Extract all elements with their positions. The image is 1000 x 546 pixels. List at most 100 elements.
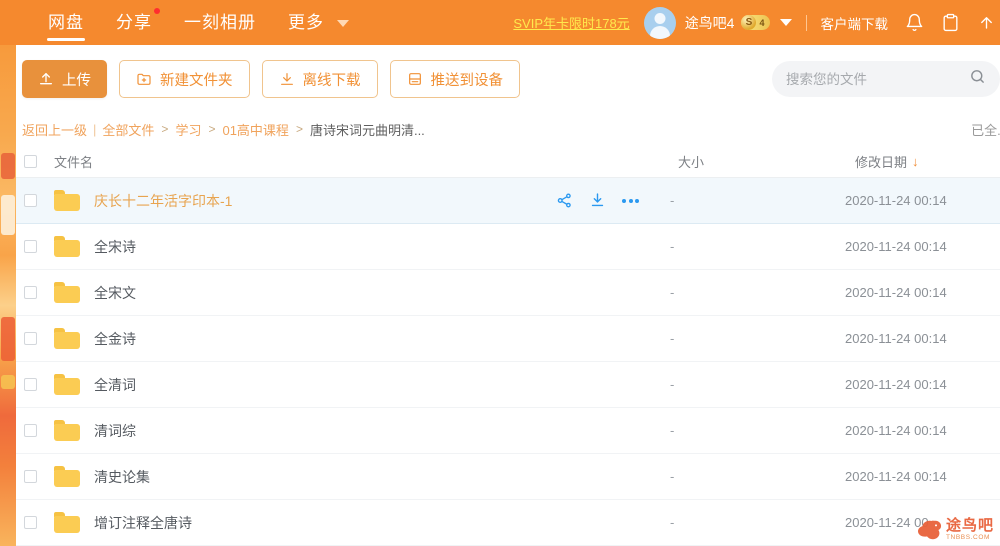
table-row[interactable]: 全宋诗 - 2020-11-24 00:14	[0, 224, 1000, 270]
file-name-link[interactable]: 全宋文	[94, 283, 136, 303]
row-checkbox[interactable]	[24, 286, 37, 299]
sort-descending-icon: ↓	[912, 153, 919, 169]
file-size: -	[670, 423, 675, 438]
strip-decoration	[1, 195, 15, 235]
nav-item-more[interactable]: 更多	[272, 0, 365, 45]
file-size: -	[670, 377, 675, 392]
file-date: 2020-11-24 00:14	[845, 285, 947, 300]
file-size: -	[670, 193, 675, 208]
svip-badge-level: 4	[759, 17, 765, 28]
watermark: 途鸟吧 TNBBS.COM	[917, 518, 994, 542]
nav-item-photo-album[interactable]: 一刻相册	[168, 0, 272, 45]
clipboard-icon[interactable]	[941, 13, 960, 32]
file-list: 庆长十二年活字印本-1 - 2020-11-24 00:14 全宋诗 - 2020-11…	[0, 178, 1000, 546]
baidu-netdisk-page: 网盘 分享 一刻相册 更多 SVIP年卡限时178元 途鸟吧4 S 4 客户端下…	[0, 0, 1000, 546]
file-size: -	[670, 515, 675, 530]
left-side-panel-strip[interactable]	[0, 45, 16, 546]
file-date: 2020-11-24 00:14	[845, 193, 947, 208]
upgrade-icon[interactable]	[977, 13, 996, 32]
file-date: 2020-11-24 00:14	[845, 239, 947, 254]
folder-icon	[54, 236, 80, 257]
breadcrumb-inner: 返回上一级 | 全部文件 > 学习 > 01高中课程 > 唐诗宋词元曲明清...	[22, 120, 425, 139]
table-row[interactable]: 清史论集 - 2020-11-24 00:14	[0, 454, 1000, 500]
row-actions	[556, 192, 639, 209]
table-row[interactable]: 庆长十二年活字印本-1 - 2020-11-24 00:14	[0, 178, 1000, 224]
table-row[interactable]: 全清词 - 2020-11-24 00:14	[0, 362, 1000, 408]
column-header-date[interactable]: 修改日期 ↓	[855, 152, 919, 171]
user-menu-chevron-down-icon[interactable]	[779, 19, 792, 26]
file-name-link[interactable]: 全清词	[94, 375, 136, 395]
breadcrumb-separator: |	[93, 121, 97, 137]
folder-icon	[54, 282, 80, 303]
file-name-link[interactable]: 庆长十二年活字印本-1	[94, 191, 232, 211]
nav-item-label: 一刻相册	[184, 13, 256, 32]
select-all-label[interactable]: 已全...	[971, 120, 1000, 139]
file-name-link[interactable]: 增订注释全唐诗	[94, 513, 192, 533]
file-name-link[interactable]: 全宋诗	[94, 237, 136, 257]
bell-icon[interactable]	[905, 13, 924, 32]
file-size: -	[670, 239, 675, 254]
row-checkbox[interactable]	[24, 424, 37, 437]
row-checkbox[interactable]	[24, 332, 37, 345]
row-checkbox[interactable]	[24, 470, 37, 483]
push-to-device-button[interactable]: 推送到设备	[389, 60, 520, 98]
row-checkbox[interactable]	[24, 240, 37, 253]
folder-icon	[54, 512, 80, 533]
nav-item-share[interactable]: 分享	[100, 0, 168, 45]
nav-item-label: 更多	[288, 13, 324, 32]
file-size: -	[670, 331, 675, 346]
folder-icon	[54, 420, 80, 441]
upload-icon	[38, 71, 54, 87]
avatar[interactable]	[643, 6, 676, 39]
svip-promo-link[interactable]: SVIP年卡限时178元	[513, 13, 629, 32]
breadcrumb-arrow-icon: >	[295, 122, 303, 136]
share-icon[interactable]	[556, 192, 573, 209]
strip-decoration	[1, 317, 15, 361]
device-icon	[407, 71, 423, 87]
search-icon[interactable]	[969, 68, 986, 90]
download-icon[interactable]	[589, 192, 606, 209]
breadcrumb-back-link[interactable]: 返回上一级	[22, 120, 87, 139]
select-all-checkbox[interactable]	[24, 154, 37, 168]
row-checkbox[interactable]	[24, 194, 37, 207]
more-icon[interactable]	[622, 198, 639, 203]
folder-icon	[54, 190, 80, 211]
svip-level-badge[interactable]: S 4	[741, 15, 770, 30]
file-size: -	[670, 285, 675, 300]
upload-button[interactable]: 上传	[22, 60, 107, 98]
breadcrumb-item-all-files[interactable]: 全部文件	[102, 120, 154, 139]
offline-download-button[interactable]: 离线下载	[261, 60, 378, 98]
table-row[interactable]: 增订注释全唐诗 -2020-11-24 00	[0, 500, 1000, 546]
column-header-name[interactable]: 文件名	[54, 152, 93, 171]
row-checkbox[interactable]	[24, 378, 37, 391]
new-folder-icon	[136, 71, 152, 87]
new-folder-button-label: 新建文件夹	[160, 72, 233, 89]
strip-decoration	[1, 153, 15, 179]
file-size: -	[670, 469, 675, 484]
table-row[interactable]: 全宋文 - 2020-11-24 00:14	[0, 270, 1000, 316]
client-download-link[interactable]: 客户端下载	[821, 13, 889, 33]
notification-dot-icon	[154, 8, 160, 14]
search-box[interactable]	[772, 61, 1000, 97]
action-toolbar: 上传 新建文件夹 离线下载 推送到设备 搜索您的文件	[0, 45, 1000, 113]
row-checkbox[interactable]	[24, 516, 37, 529]
table-row[interactable]: 全金诗 - 2020-11-24 00:14	[0, 316, 1000, 362]
header-divider	[805, 14, 807, 31]
column-header-size[interactable]: 大小	[678, 152, 704, 171]
folder-icon	[54, 328, 80, 349]
file-date: 2020-11-24 00:14	[845, 377, 947, 392]
file-name-link[interactable]: 清词综	[94, 421, 136, 441]
search-input[interactable]	[786, 71, 969, 87]
svip-badge-letter: S	[741, 15, 757, 30]
username-label[interactable]: 途鸟吧4	[685, 13, 735, 33]
breadcrumb-item-study[interactable]: 学习	[175, 120, 201, 139]
file-name-link[interactable]: 清史论集	[94, 467, 150, 487]
watermark-bird-icon	[917, 520, 942, 540]
file-name-link[interactable]: 全金诗	[94, 329, 136, 349]
folder-icon	[54, 374, 80, 395]
table-row[interactable]: 清词综 - 2020-11-24 00:14	[0, 408, 1000, 454]
breadcrumb-item-highschool[interactable]: 01高中课程	[222, 120, 288, 139]
nav-item-netdisk[interactable]: 网盘	[32, 0, 100, 45]
new-folder-button[interactable]: 新建文件夹	[119, 60, 250, 98]
file-date: 2020-11-24 00:14	[845, 469, 947, 484]
